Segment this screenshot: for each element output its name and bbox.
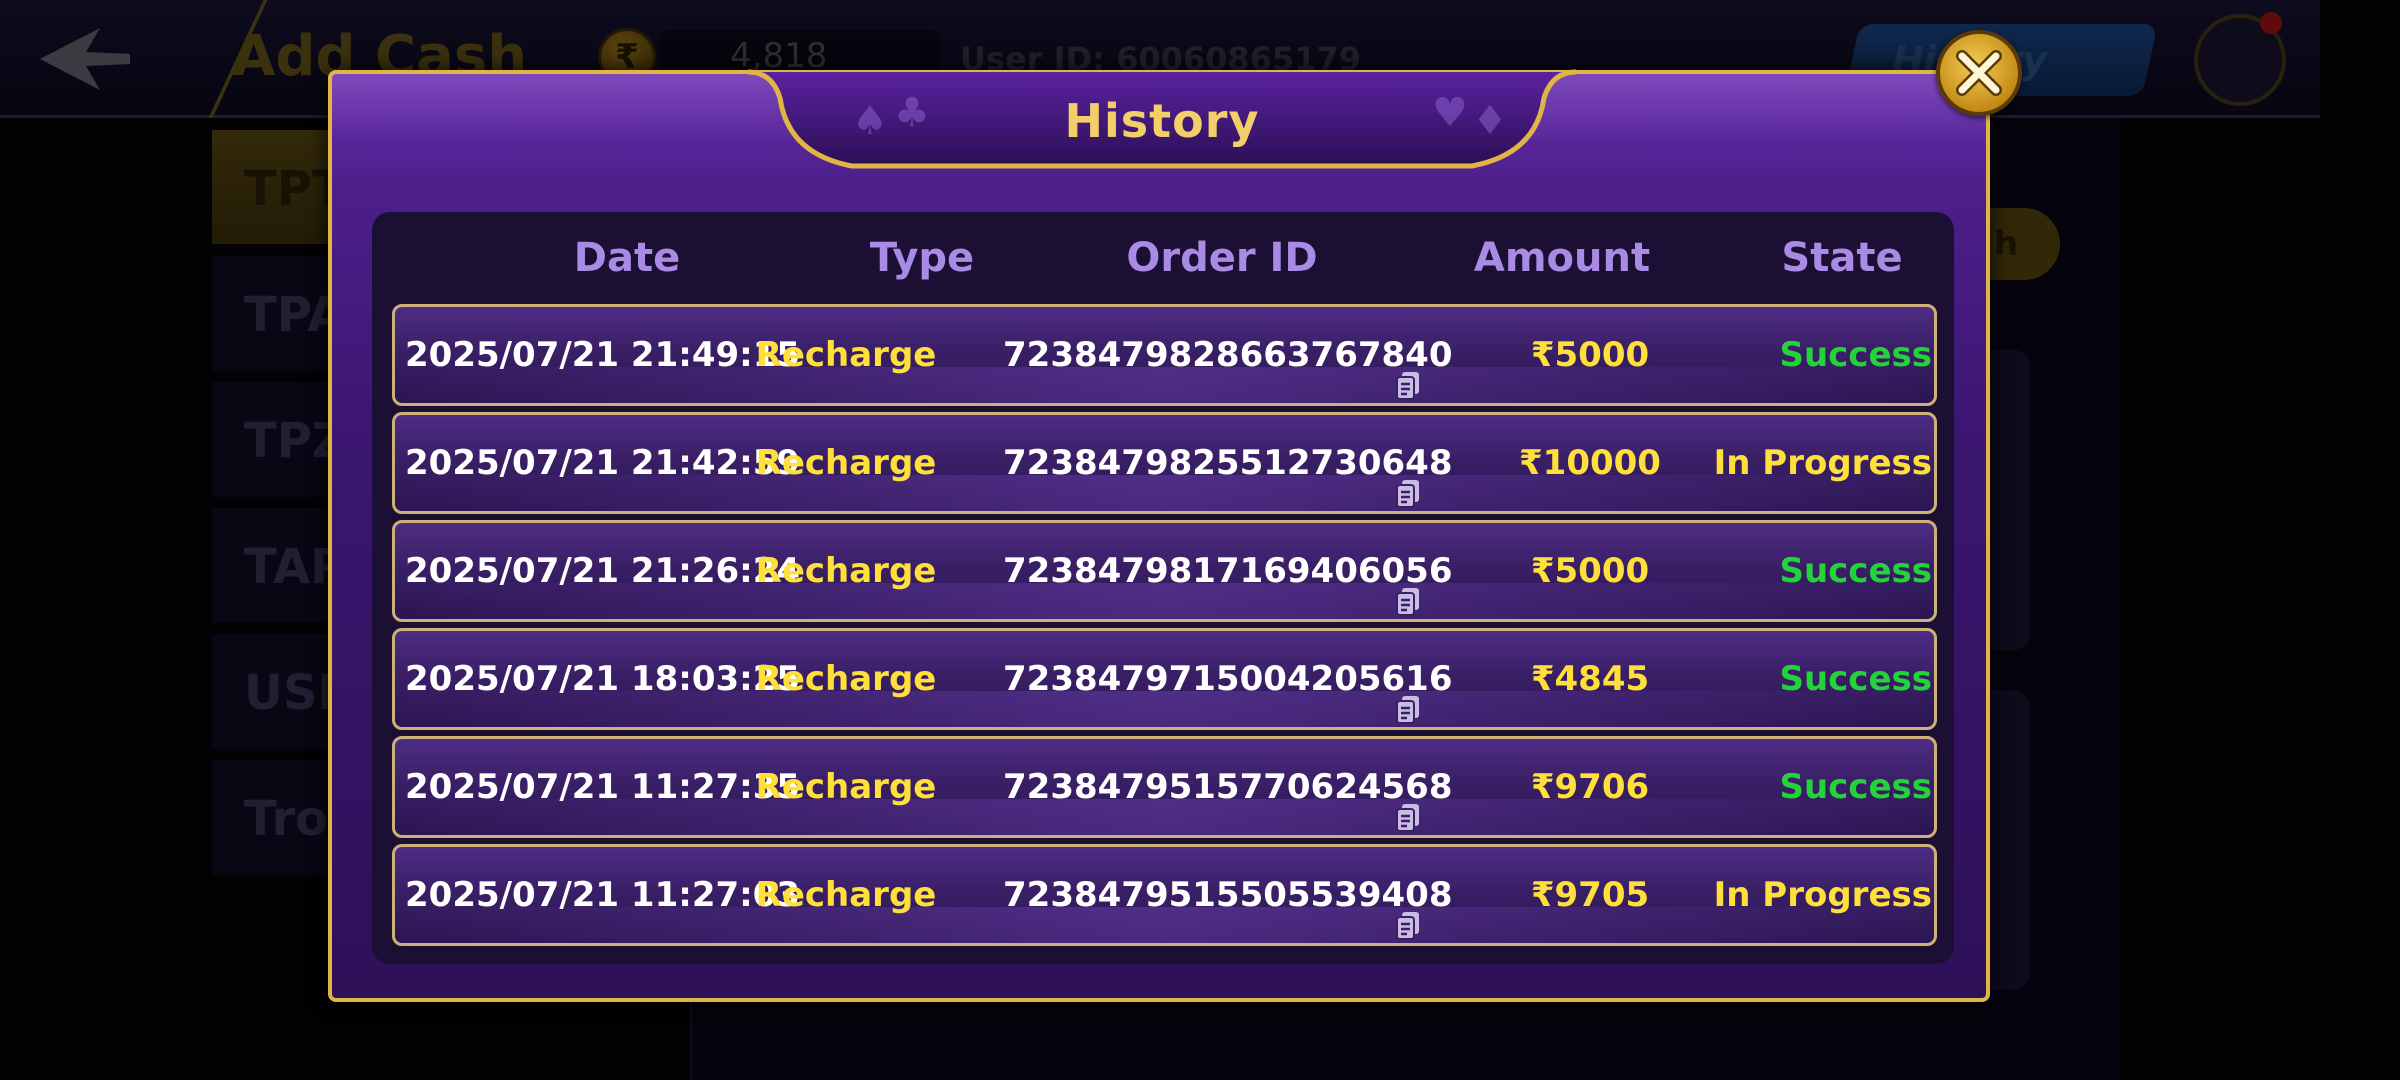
table-row: 2025/07/21 11:27:35 Recharge 7238479515770… bbox=[392, 736, 1937, 838]
table-row: 2025/07/21 18:03:25 Recharge 7238479715004… bbox=[392, 628, 1937, 730]
cell-order-id: 7238479515770624568 bbox=[1003, 767, 1453, 807]
table-row: 2025/07/21 21:49:15 Recharge 7238479828663… bbox=[392, 304, 1937, 406]
cell-amount: ₹10000 bbox=[1519, 443, 1661, 483]
cell-date: 2025/07/21 11:27:35 bbox=[405, 767, 801, 807]
column-header-date: Date bbox=[573, 235, 681, 281]
cell-order-id: 7238479515505539408 bbox=[1003, 875, 1453, 915]
cell-type: Recharge bbox=[755, 443, 937, 483]
cell-state: Success bbox=[1779, 335, 1932, 375]
cell-type: Recharge bbox=[755, 767, 937, 807]
copy-icon[interactable] bbox=[1395, 558, 1421, 616]
cell-order-id: 7238479715004205616 bbox=[1003, 659, 1453, 699]
copy-icon[interactable] bbox=[1395, 666, 1421, 724]
cell-date: 2025/07/21 21:42:59 bbox=[405, 443, 801, 483]
cell-state: Success bbox=[1779, 659, 1932, 699]
history-table: Date Type Order ID Amount State 2025/07/… bbox=[372, 212, 1954, 964]
cell-state: In Progress bbox=[1713, 443, 1932, 483]
cell-amount: ₹5000 bbox=[1530, 335, 1650, 375]
cell-type: Recharge bbox=[755, 335, 937, 375]
cell-date: 2025/07/21 21:49:15 bbox=[405, 335, 801, 375]
modal-title: History bbox=[1064, 94, 1260, 148]
column-header-state: State bbox=[1781, 235, 1903, 281]
cell-date: 2025/07/21 21:26:24 bbox=[405, 551, 801, 591]
table-row: 2025/07/21 11:27:03 Recharge 7238479515505… bbox=[392, 844, 1937, 946]
cell-amount: ₹4845 bbox=[1530, 659, 1650, 699]
cell-state: Success bbox=[1779, 551, 1932, 591]
column-header-amount: Amount bbox=[1473, 235, 1651, 281]
cell-date: 2025/07/21 11:27:03 bbox=[405, 875, 801, 915]
table-row: 2025/07/21 21:42:59 Recharge 7238479825512… bbox=[392, 412, 1937, 514]
table-row: 2025/07/21 21:26:24 Recharge 7238479817169… bbox=[392, 520, 1937, 622]
cell-order-id: 7238479825512730648 bbox=[1003, 443, 1453, 483]
column-header-order-id: Order ID bbox=[1126, 235, 1318, 281]
cell-type: Recharge bbox=[755, 659, 937, 699]
cell-date: 2025/07/21 18:03:25 bbox=[405, 659, 801, 699]
copy-icon[interactable] bbox=[1395, 450, 1421, 508]
close-icon bbox=[1956, 50, 2002, 96]
cell-state: Success bbox=[1779, 767, 1932, 807]
close-button[interactable] bbox=[1936, 30, 2022, 116]
column-header-type: Type bbox=[869, 235, 975, 281]
cell-amount: ₹9706 bbox=[1530, 767, 1650, 807]
cell-amount: ₹5000 bbox=[1530, 551, 1650, 591]
copy-icon[interactable] bbox=[1395, 774, 1421, 832]
modal-title-tab: ♠ ♣ ♥ ♦ History bbox=[742, 68, 1582, 174]
copy-icon[interactable] bbox=[1395, 342, 1421, 400]
history-modal: ♠ ♣ ♥ ♦ History Date Type Order ID Amoun… bbox=[328, 68, 1990, 1002]
cell-amount: ₹9705 bbox=[1530, 875, 1650, 915]
copy-icon[interactable] bbox=[1395, 882, 1421, 940]
cell-order-id: 7238479828663767840 bbox=[1003, 335, 1453, 375]
cell-order-id: 7238479817169406056 bbox=[1003, 551, 1453, 591]
cell-type: Recharge bbox=[755, 875, 937, 915]
cell-type: Recharge bbox=[755, 551, 937, 591]
cell-state: In Progress bbox=[1713, 875, 1932, 915]
